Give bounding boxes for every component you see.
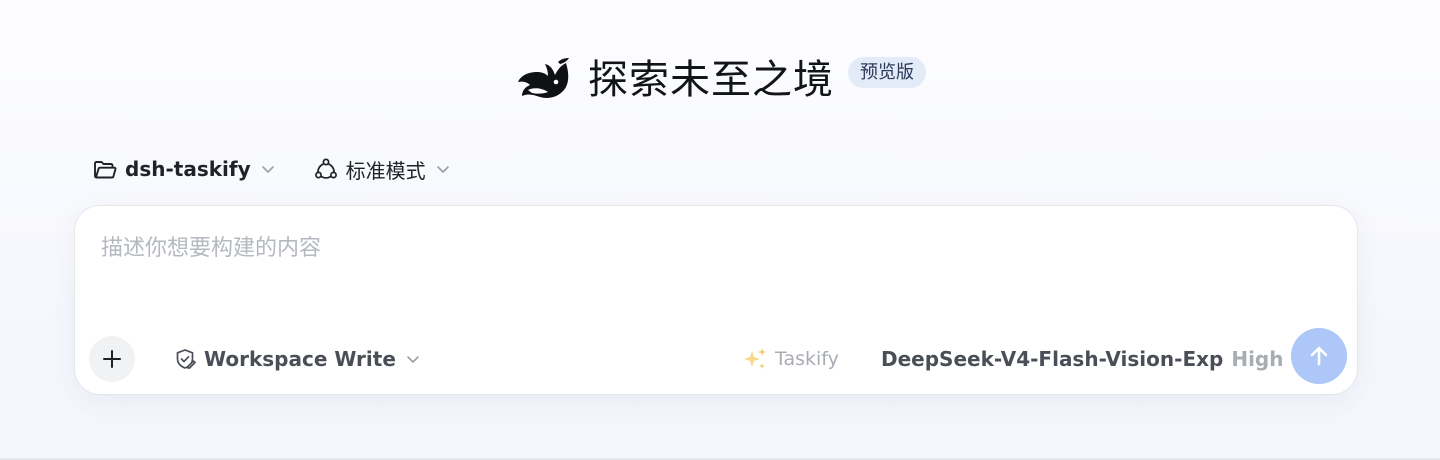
plus-icon [103,350,121,368]
model-name: DeepSeek-V4-Flash-Vision-Exp [881,347,1224,371]
model-selector[interactable]: DeepSeek-V4-Flash-Vision-Exp High [881,344,1311,374]
send-button[interactable] [1291,328,1347,384]
permission-label: Workspace Write [204,347,396,371]
taskify-label: Taskify [775,348,839,370]
chevron-down-icon [407,356,419,363]
prompt-input[interactable] [101,230,1321,290]
attach-button[interactable] [89,336,135,382]
context-selectors: dsh-taskify 标准模式 [92,152,452,186]
prompt-composer: Workspace Write Taskify DeepSeek-V4-Flas… [74,205,1358,395]
taskify-button[interactable]: Taskify [741,344,839,374]
preview-badge: 预览版 [848,56,926,88]
chevron-down-icon [436,166,449,173]
permission-selector[interactable]: Workspace Write [173,344,422,374]
hero-header: 探索未至之境 预览版 [0,50,1440,110]
mode-selector[interactable]: 标准模式 [313,155,452,184]
chevron-down-icon [261,166,274,173]
folder-icon [94,161,117,179]
mode-name: 标准模式 [345,158,426,183]
page-title: 探索未至之境 [588,57,834,103]
workflow-icon [314,158,337,179]
whale-logo-icon [518,58,569,98]
arrow-up-icon [1310,346,1328,366]
shield-edit-icon [176,349,196,369]
reasoning-effort: High [1231,347,1284,371]
project-name: dsh-taskify [125,157,251,181]
sparkles-icon [744,348,766,369]
project-selector[interactable]: dsh-taskify [92,156,277,182]
